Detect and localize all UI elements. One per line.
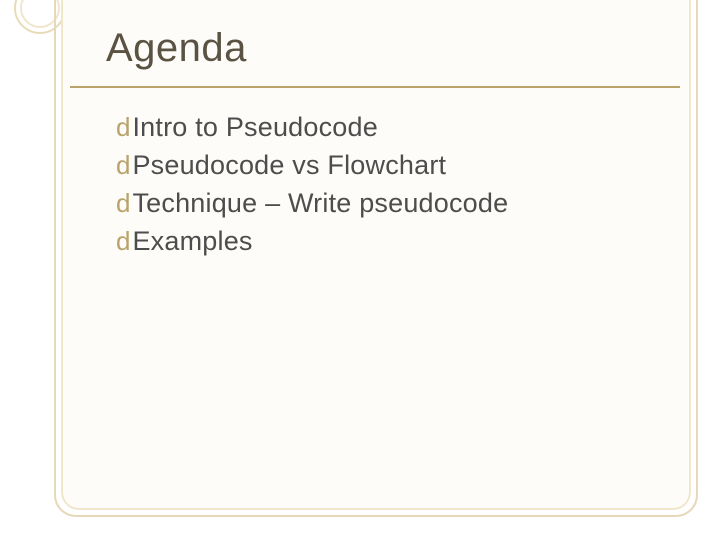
- bullet-list: d Intro to Pseudocode d Pseudocode vs Fl…: [116, 110, 676, 262]
- bullet-icon: d: [116, 224, 130, 258]
- list-item-text: Intro to Pseudocode: [132, 110, 377, 144]
- bullet-icon: d: [116, 148, 130, 182]
- bullet-icon: d: [116, 186, 130, 220]
- list-item: d Examples: [116, 224, 676, 258]
- list-item: d Pseudocode vs Flowchart: [116, 148, 676, 182]
- list-item: d Technique – Write pseudocode: [116, 186, 676, 220]
- list-item-text: Pseudocode vs Flowchart: [132, 148, 446, 182]
- list-item: d Intro to Pseudocode: [116, 110, 676, 144]
- slide: Agenda d Intro to Pseudocode d Pseudocod…: [0, 0, 720, 540]
- slide-title: Agenda: [106, 26, 247, 71]
- title-underline: [70, 86, 680, 88]
- bullet-icon: d: [116, 110, 130, 144]
- list-item-text: Examples: [132, 224, 252, 258]
- list-item-text: Technique – Write pseudocode: [132, 186, 508, 220]
